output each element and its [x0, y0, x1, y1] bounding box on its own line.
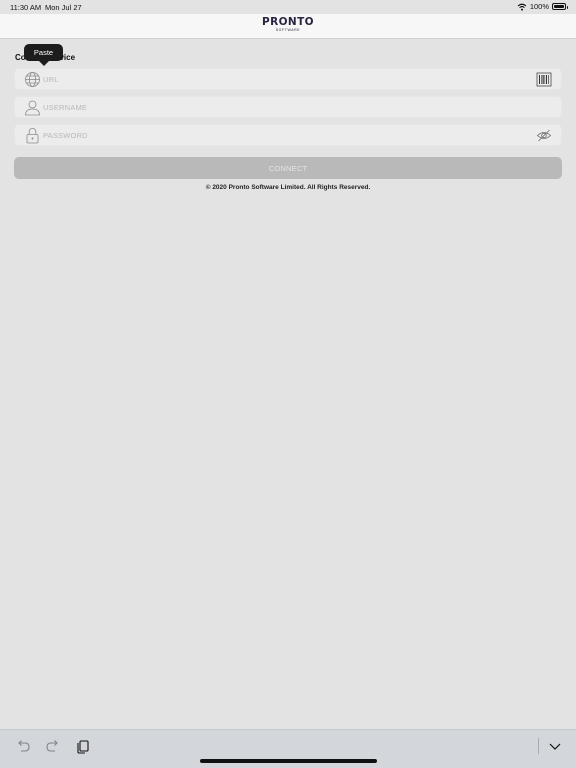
- undo-icon[interactable]: [15, 738, 31, 754]
- password-field[interactable]: [14, 124, 562, 146]
- paste-tooltip[interactable]: Paste: [24, 44, 63, 66]
- logo-sub-text: SOFTWARE: [275, 28, 301, 32]
- toolbar-divider: [538, 738, 539, 754]
- user-icon: [25, 100, 40, 116]
- globe-icon: [25, 72, 40, 87]
- wifi-icon: [517, 3, 527, 11]
- battery-icon: [552, 3, 568, 10]
- pronto-logo: PRONTO SOFTWARE: [0, 17, 576, 33]
- barcode-icon[interactable]: [536, 72, 552, 87]
- password-input[interactable]: [43, 129, 523, 142]
- chevron-down-icon[interactable]: [547, 738, 563, 754]
- connect-button[interactable]: CONNECT: [14, 157, 562, 179]
- status-indicators: 100%: [517, 2, 568, 11]
- battery-percent: 100%: [529, 2, 549, 11]
- logo-main-text: PRONTO: [262, 16, 314, 28]
- url-input[interactable]: [43, 73, 523, 86]
- status-date: Mon Jul 27: [45, 3, 82, 12]
- redo-icon[interactable]: [45, 738, 61, 754]
- url-field[interactable]: [14, 68, 562, 90]
- username-field[interactable]: [14, 96, 562, 118]
- eye-icon[interactable]: [536, 128, 552, 143]
- app-header: PRONTO SOFTWARE: [0, 14, 576, 39]
- home-indicator[interactable]: [200, 759, 377, 763]
- paste-icon[interactable]: [75, 738, 91, 754]
- status-time: 11:30 AM: [10, 3, 42, 12]
- username-input[interactable]: [43, 101, 523, 114]
- copyright-text: © 2020 Pronto Software Limited. All Righ…: [205, 184, 371, 191]
- lock-icon: [26, 128, 39, 144]
- status-bar: 11:30 AM Mon Jul 27 100%: [0, 0, 576, 14]
